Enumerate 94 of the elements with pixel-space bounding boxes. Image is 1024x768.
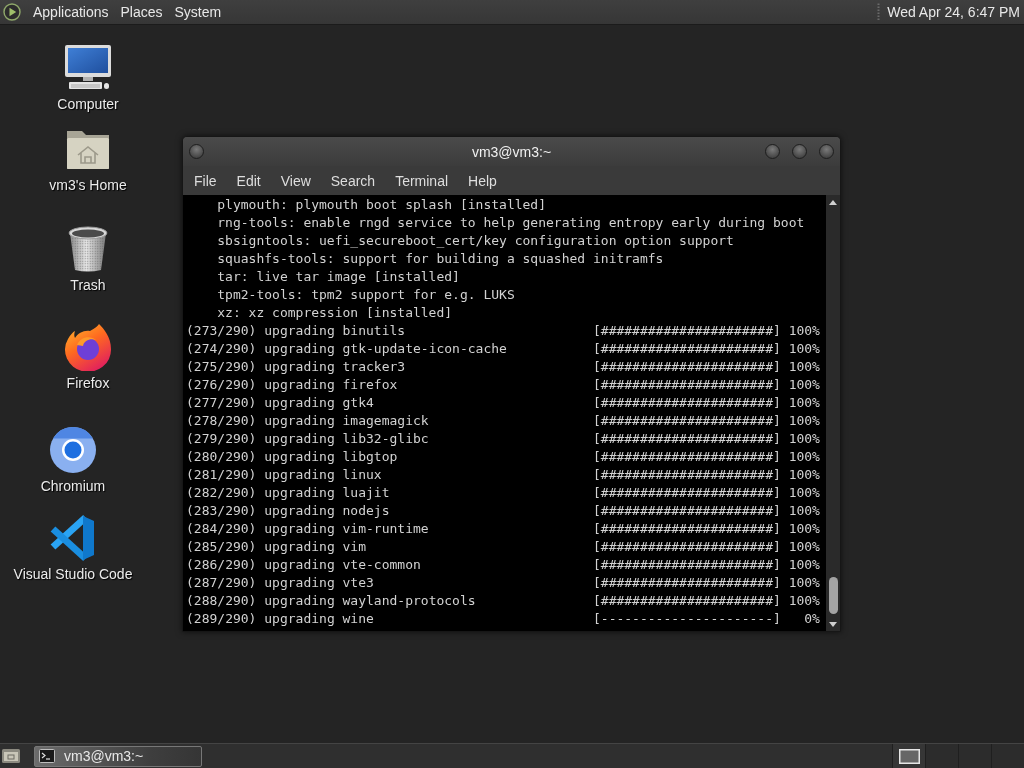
package-step-text: (284/290) upgrading vim-runtime bbox=[186, 520, 430, 538]
terminal-line: xz: xz compression [installed] bbox=[217, 305, 453, 320]
percent-text: 100% bbox=[788, 322, 820, 340]
hash-marks-text: [######################] bbox=[593, 592, 781, 610]
terminal-line: tar: live tar image [installed] bbox=[217, 269, 460, 284]
percent-text: 100% bbox=[788, 430, 820, 448]
hash-marks-text: [######################] bbox=[593, 538, 781, 556]
hash-marks-text: [######################] bbox=[593, 412, 781, 430]
panel-menu[interactable]: Applications bbox=[0, 0, 115, 24]
firefox-icon[interactable] bbox=[64, 323, 112, 371]
percent-text: 100% bbox=[788, 340, 820, 358]
icon-label[interactable]: Computer bbox=[57, 96, 119, 112]
percent-text: 100% bbox=[788, 376, 820, 394]
window-menu-button[interactable] bbox=[189, 144, 204, 159]
menu-item[interactable]: Search bbox=[320, 169, 386, 192]
percent-text: 100% bbox=[788, 502, 820, 520]
package-step-text: (283/290) upgrading nodejs bbox=[186, 502, 391, 520]
panel-menu[interactable]: System bbox=[168, 0, 228, 24]
hash-marks-text: [######################] bbox=[593, 520, 781, 538]
workspace-cell[interactable] bbox=[892, 744, 925, 768]
package-step-text: (276/290) upgrading firefox bbox=[186, 376, 399, 394]
panel-menu[interactable]: Places bbox=[114, 0, 169, 24]
minimize-button[interactable] bbox=[765, 144, 780, 159]
terminal-line: plymouth: plymouth boot splash [installed] bbox=[217, 197, 547, 212]
percent-text: 100% bbox=[788, 358, 820, 376]
package-step-text: (285/290) upgrading vim bbox=[186, 538, 367, 556]
terminal-line: sbsigntools: uefi_secureboot_cert/key configuration option support bbox=[217, 233, 734, 248]
percent-text: 100% bbox=[788, 412, 820, 430]
hash-marks-text: [######################] bbox=[593, 394, 781, 412]
close-button[interactable] bbox=[819, 144, 834, 159]
icon-label[interactable]: vm3's Home bbox=[49, 177, 127, 193]
hash-marks-text: [######################] bbox=[593, 484, 781, 502]
terminal-line: tpm2-tools: tpm2 support for e.g. LUKS bbox=[217, 287, 515, 302]
package-step-text: (273/290) upgrading binutils bbox=[186, 322, 407, 340]
icon-label[interactable]: Chromium bbox=[40, 478, 106, 494]
percent-text: 100% bbox=[788, 556, 820, 574]
hash-marks-text: [######################] bbox=[593, 502, 781, 520]
clock[interactable]: Wed Apr 24, 6:47 PM bbox=[887, 4, 1024, 20]
play-circle-icon bbox=[3, 3, 21, 21]
hash-marks-text: [######################] bbox=[593, 322, 781, 340]
menu-item[interactable]: Terminal bbox=[385, 169, 459, 192]
vscode-icon[interactable] bbox=[49, 514, 97, 562]
hash-marks-text: [######################] bbox=[593, 340, 781, 358]
hash-marks-text: [######################] bbox=[593, 448, 781, 466]
terminal-line: squashfs-tools: support for building a squashed initramfs bbox=[217, 251, 664, 266]
hash-marks-text: [######################] bbox=[593, 466, 781, 484]
computer-icon[interactable] bbox=[64, 44, 112, 92]
scrollbar[interactable] bbox=[826, 195, 840, 631]
package-step-text: (281/290) upgrading linux bbox=[186, 466, 383, 484]
package-step-text: (278/290) upgrading imagemagick bbox=[186, 412, 430, 430]
hash-marks-text: [######################] bbox=[593, 556, 781, 574]
hash-marks-text: [######################] bbox=[593, 358, 781, 376]
percent-text: 100% bbox=[788, 394, 820, 412]
maximize-button[interactable] bbox=[792, 144, 807, 159]
window-title: vm3@vm3:~ bbox=[471, 143, 552, 160]
dotted-handle-icon bbox=[877, 3, 881, 21]
icon-label[interactable]: Firefox bbox=[66, 375, 110, 391]
desktop-icon[interactable] bbox=[1, 747, 21, 765]
percent-text: 100% bbox=[788, 592, 820, 610]
percent-text: 100% bbox=[788, 448, 820, 466]
percent-text: 100% bbox=[788, 466, 820, 484]
package-step-text: (274/290) upgrading gtk-update-icon-cache bbox=[186, 340, 508, 358]
percent-text: 100% bbox=[788, 538, 820, 556]
package-step-text: (289/290) upgrading wine bbox=[186, 610, 375, 628]
down-arrow-icon[interactable] bbox=[829, 622, 837, 627]
package-step-text: (275/290) upgrading tracker3 bbox=[186, 358, 407, 376]
hash-marks-text: [----------------------] bbox=[593, 610, 781, 628]
menu-item[interactable]: Help bbox=[458, 169, 507, 192]
window-thumbnail-icon bbox=[898, 748, 920, 764]
package-step-text: (279/290) upgrading lib32-glibc bbox=[186, 430, 430, 448]
terminal-line: rng-tools: enable rngd service to help generating entropy early during boot bbox=[217, 215, 805, 230]
menu-item[interactable]: Edit bbox=[226, 169, 271, 192]
hash-marks-text: [######################] bbox=[593, 574, 781, 592]
hash-marks-text: [######################] bbox=[593, 430, 781, 448]
icon-label[interactable]: Trash bbox=[70, 277, 106, 293]
percent-text: 100% bbox=[788, 574, 820, 592]
package-step-text: (286/290) upgrading vte-common bbox=[186, 556, 422, 574]
percent-text: 0% bbox=[804, 610, 820, 628]
menu-item[interactable]: View bbox=[270, 169, 321, 192]
hash-marks-text: [######################] bbox=[593, 376, 781, 394]
chromium-icon[interactable] bbox=[49, 426, 97, 474]
icon-label[interactable]: Visual Studio Code bbox=[13, 566, 133, 582]
package-step-text: (287/290) upgrading vte3 bbox=[186, 574, 375, 592]
terminal-icon bbox=[39, 749, 55, 763]
percent-text: 100% bbox=[788, 484, 820, 502]
package-step-text: (277/290) upgrading gtk4 bbox=[186, 394, 375, 412]
package-step-text: (282/290) upgrading luajit bbox=[186, 484, 391, 502]
taskbar-button[interactable]: vm3@vm3:~ bbox=[34, 745, 202, 767]
menu-item[interactable]: File bbox=[184, 169, 227, 192]
package-step-text: (288/290) upgrading wayland-protocols bbox=[186, 592, 477, 610]
scrollbar-thumb[interactable] bbox=[828, 577, 838, 614]
up-arrow-icon[interactable] bbox=[829, 200, 837, 205]
package-step-text: (280/290) upgrading libgtop bbox=[186, 448, 399, 466]
percent-text: 100% bbox=[788, 520, 820, 538]
